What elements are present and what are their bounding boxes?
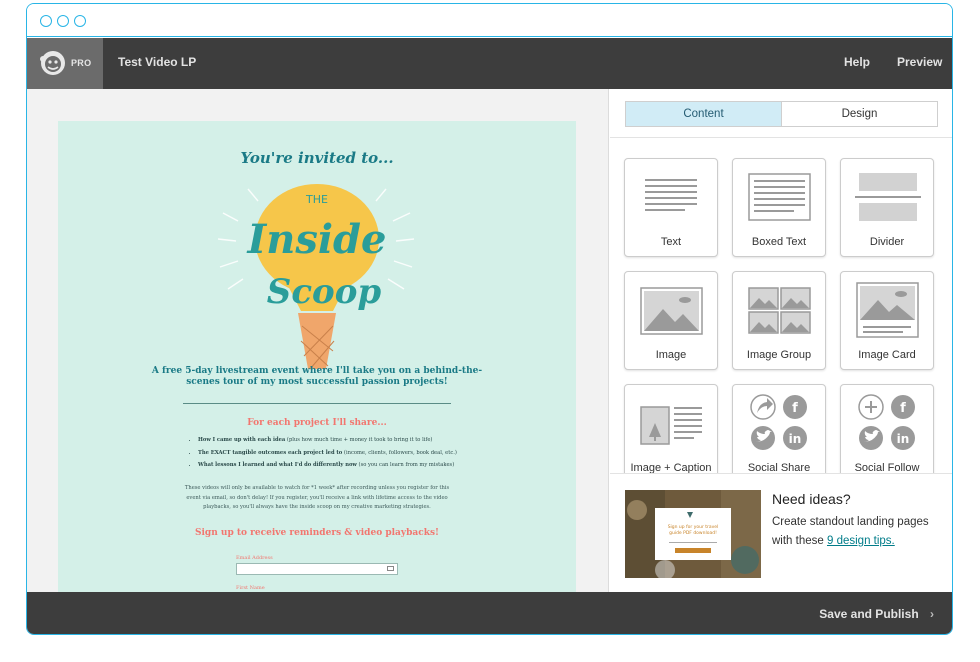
block-label: Divider [869, 236, 905, 248]
window-close-icon[interactable] [40, 15, 52, 27]
block-label: Image Group [746, 349, 812, 361]
art-the-text: THE [305, 193, 328, 206]
mailchimp-logo-icon [40, 51, 65, 75]
pro-badge: PRO [71, 58, 92, 68]
logo-button[interactable]: PRO [27, 38, 103, 89]
email-field[interactable] [236, 563, 398, 575]
block-image-card[interactable]: Image Card [840, 271, 934, 370]
signup-heading: Sign up to receive reminders & video pla… [195, 528, 439, 538]
window-titlebar [27, 4, 952, 37]
block-label: Image Card [858, 349, 916, 361]
first-name-label: First Name [236, 585, 265, 591]
ideas-card-text-2: guide PDF download! [669, 530, 717, 536]
block-image-caption[interactable]: Image + Caption [624, 384, 718, 483]
top-toolbar: PRO Test Video LP Help Preview [27, 38, 952, 89]
help-link[interactable]: Help [844, 55, 870, 69]
ideas-title: Need ideas? [772, 491, 851, 507]
art-inside-text: Inside [247, 216, 387, 263]
ideas-description: Create standout landing pages with these… [772, 513, 942, 551]
panel-tabs: Content Design [625, 101, 938, 127]
block-label: Boxed Text [751, 236, 807, 248]
svg-text:in: in [789, 432, 802, 446]
preview-link[interactable]: Preview [897, 55, 942, 69]
design-tips-link[interactable]: 9 design tips. [827, 535, 895, 547]
tabs-divider [610, 137, 952, 138]
block-text[interactable]: Text [624, 158, 718, 257]
project-bullet-list: How I came up with each idea (plus how m… [198, 434, 518, 472]
autofill-icon [387, 566, 394, 571]
event-description: These videos will only be available to w… [58, 484, 576, 513]
window-maximize-icon[interactable] [74, 15, 86, 27]
window-minimize-icon[interactable] [57, 15, 69, 27]
list-item: The EXACT tangible outcomes each project… [198, 447, 518, 460]
chevron-right-icon: › [930, 607, 934, 621]
ideas-card-text-1: Sign up for your travel [668, 524, 719, 530]
list-item: What lessons I learned and what I'd do d… [198, 459, 518, 472]
description-line-2: event via email, so don't delay! If you … [186, 494, 448, 501]
art-scoop-text: Scoop [267, 272, 382, 312]
ideas-thumbnail-image: Sign up for your travel guide PDF downlo… [625, 490, 761, 578]
block-label: Text [660, 236, 682, 248]
block-image-group[interactable]: Image Group [732, 271, 826, 370]
divider-line [183, 403, 451, 404]
tab-design[interactable]: Design [782, 102, 937, 126]
description-line-3: playbacks, so you'll always have the ins… [203, 504, 431, 510]
landing-page-preview[interactable]: You're invited to... THE Inside Scoop A … [58, 121, 576, 592]
tagline-line-2: scenes tour of my most successful passio… [186, 377, 448, 387]
save-and-publish-button[interactable]: Save and Publish › [819, 607, 934, 621]
block-label: Image [655, 349, 687, 361]
svg-text:f: f [792, 401, 798, 416]
svg-text:f: f [900, 401, 906, 416]
svg-text:in: in [897, 432, 910, 446]
inside-scoop-illustration: THE Inside Scoop [217, 184, 415, 370]
block-social-follow[interactable]: f in Social Follow [840, 384, 934, 483]
app-window: PRO Test Video LP Help Preview You're in… [26, 3, 953, 635]
tagline: A free 5-day livestream event where I'll… [58, 366, 576, 388]
block-divider[interactable]: Divider [840, 158, 934, 257]
invite-heading: You're invited to... [240, 149, 394, 167]
bottom-toolbar: Save and Publish › [27, 592, 952, 634]
for-each-heading: For each project I'll share... [247, 418, 387, 428]
ideas-section: Sign up for your travel guide PDF downlo… [610, 473, 952, 592]
block-social-share[interactable]: f in Social Share [732, 384, 826, 483]
block-boxed-text[interactable]: Boxed Text [732, 158, 826, 257]
save-and-publish-label: Save and Publish [819, 607, 919, 621]
list-item: How I came up with each idea (plus how m… [198, 434, 518, 447]
description-line-1: These videos will only be available to w… [184, 485, 450, 491]
email-label: Email Address [236, 555, 273, 561]
ideas-thumbnail[interactable]: Sign up for your travel guide PDF downlo… [625, 490, 761, 578]
block-image[interactable]: Image [624, 271, 718, 370]
editor-canvas: You're invited to... THE Inside Scoop A … [27, 89, 609, 592]
tab-content[interactable]: Content [626, 102, 782, 126]
content-panel: Content Design Text Boxed Text Divider I… [610, 89, 952, 592]
tagline-line-1: A free 5-day livestream event where I'll… [151, 366, 483, 376]
page-title: Test Video LP [118, 55, 197, 69]
